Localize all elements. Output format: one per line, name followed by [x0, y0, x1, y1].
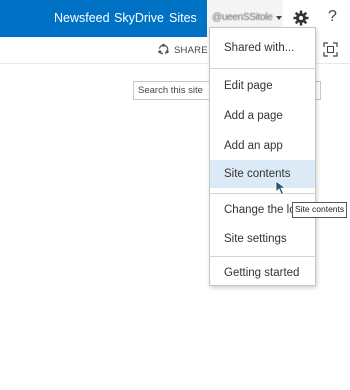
menu-separator	[210, 193, 315, 194]
menu-item-label: Getting started	[224, 267, 300, 279]
share-icon	[158, 43, 169, 55]
focus-on-content-icon[interactable]	[323, 42, 338, 57]
nav-link-skydrive[interactable]: SkyDrive	[114, 0, 164, 37]
search-input[interactable]: Search this site	[133, 81, 211, 100]
menu-item-label: Site contents	[224, 168, 291, 180]
menu-item-label: Shared with...	[224, 42, 295, 54]
cursor-icon	[275, 180, 287, 196]
user-name: @ueenSSitole	[212, 12, 273, 23]
nav-link-newsfeed[interactable]: Newsfeed	[54, 0, 110, 37]
gear-icon	[293, 10, 309, 26]
menu-item-add-app[interactable]: Add an app	[210, 132, 315, 160]
chevron-down-icon	[276, 16, 282, 20]
settings-menu: Shared with... Edit page Add a page Add …	[209, 27, 316, 286]
help-button[interactable]: ?	[318, 0, 350, 37]
menu-item-label: Add an app	[224, 140, 283, 152]
help-icon: ?	[328, 8, 337, 25]
menu-item-add-page[interactable]: Add a page	[210, 102, 315, 130]
menu-item-getting-started[interactable]: Getting started	[210, 259, 315, 287]
menu-item-label: Edit page	[224, 80, 273, 92]
nav-link-sites[interactable]: Sites	[169, 0, 197, 37]
tooltip: Site contents	[292, 202, 348, 218]
share-label: SHARE	[174, 45, 208, 56]
menu-separator	[210, 256, 315, 257]
menu-item-site-settings[interactable]: Site settings	[210, 225, 315, 253]
menu-item-shared-with[interactable]: Shared with...	[210, 34, 315, 62]
menu-item-edit-page[interactable]: Edit page	[210, 72, 315, 100]
menu-item-label: Site settings	[224, 233, 287, 245]
menu-item-site-contents[interactable]: Site contents	[210, 160, 315, 188]
menu-separator	[210, 68, 315, 69]
search-placeholder: Search this site	[138, 85, 203, 96]
menu-item-label: Add a page	[224, 110, 283, 122]
